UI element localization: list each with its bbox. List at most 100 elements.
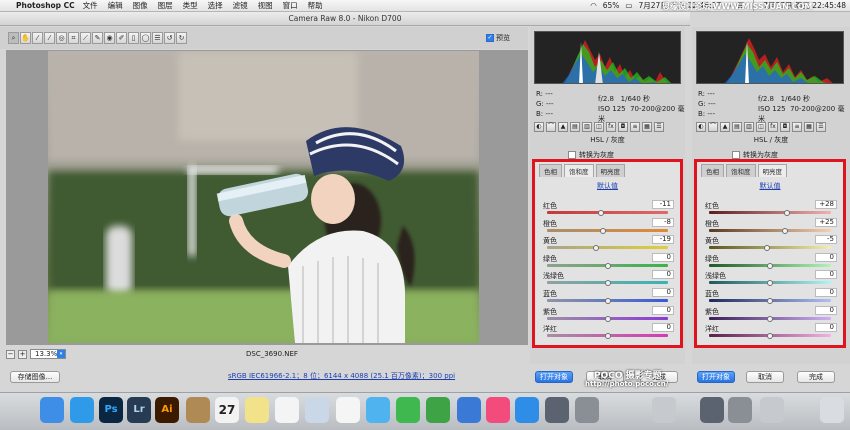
menu-item-view[interactable]: 视图 <box>258 0 273 11</box>
saturation-slider-track[interactable] <box>547 246 668 250</box>
rotate-cw-icon[interactable]: ↻ <box>176 32 187 44</box>
battery-level[interactable]: 65% <box>603 1 620 10</box>
tab-hue-2[interactable]: 色相 <box>701 164 724 177</box>
finder-icon[interactable] <box>40 397 64 423</box>
luminance-slider-thumb[interactable] <box>763 245 770 252</box>
app-menu[interactable]: Photoshop CC <box>16 1 75 10</box>
lens-icon[interactable]: ◫ <box>594 122 604 132</box>
launchpad-icon[interactable] <box>545 397 569 423</box>
luminance-slider-value[interactable]: 0 <box>815 252 837 262</box>
saturation-slider-track[interactable] <box>547 228 668 232</box>
crop-icon[interactable]: ⌗ <box>68 32 79 44</box>
luminance-slider-value[interactable]: 0 <box>815 323 837 333</box>
rotate-ccw-icon[interactable]: ↺ <box>164 32 175 44</box>
basic-panel-icon[interactable]: ◐ <box>696 122 706 132</box>
luminance-slider-track[interactable] <box>709 211 831 214</box>
lightroom-icon[interactable]: Lr <box>127 397 151 423</box>
tab-hue[interactable]: 色相 <box>539 164 562 177</box>
camera-calibration-icon[interactable]: ◘ <box>618 122 628 132</box>
tab-luminance-2[interactable]: 明亮度 <box>757 164 787 177</box>
photo-preview[interactable] <box>48 51 479 343</box>
saturation-slider-value[interactable]: -19 <box>652 235 674 245</box>
saturation-slider-value[interactable]: 0 <box>652 288 674 297</box>
spot-removal-icon[interactable]: ✎ <box>92 32 103 44</box>
zoom-select[interactable]: 13.3% ▾ <box>30 349 66 359</box>
tone-curve-icon[interactable]: ⌒ <box>708 122 718 132</box>
saturation-slider-thumb[interactable] <box>604 262 611 269</box>
luminance-slider-thumb[interactable] <box>767 262 773 269</box>
save-image-button[interactable]: 存储图像... <box>10 371 60 383</box>
menu-item-filter[interactable]: 滤镜 <box>233 0 248 11</box>
open-object-button[interactable]: 打开对象 <box>535 371 573 383</box>
calendar-icon[interactable]: 27 <box>215 397 239 423</box>
preview-checkbox[interactable]: ✓ <box>486 34 494 42</box>
downloads-icon[interactable] <box>652 397 676 423</box>
saturation-slider-track[interactable] <box>547 211 668 214</box>
tab-saturation[interactable]: 饱和度 <box>564 164 594 177</box>
hand-icon[interactable]: ✋ <box>20 32 31 44</box>
tab-saturation-2[interactable]: 饱和度 <box>726 164 756 177</box>
hsl-icon[interactable]: ▤ <box>732 122 742 132</box>
luminance-slider-value[interactable]: +25 <box>815 217 837 227</box>
detail-icon[interactable]: ▲ <box>720 122 730 132</box>
image-canvas[interactable] <box>6 50 528 345</box>
radial-filter-icon[interactable]: ◯ <box>140 32 151 44</box>
notebook-icon[interactable] <box>186 397 210 423</box>
trash-icon[interactable] <box>820 397 844 423</box>
menu-item-image[interactable]: 图像 <box>133 0 148 11</box>
menu-item-select[interactable]: 选择 <box>208 0 223 11</box>
grayscale-checkbox-2[interactable] <box>732 151 740 159</box>
menu-item-layer[interactable]: 图层 <box>158 0 173 11</box>
photoshop-icon[interactable]: Ps <box>99 397 123 423</box>
done-button-2[interactable]: 完成 <box>797 371 835 383</box>
lens-icon[interactable]: ◫ <box>756 122 766 132</box>
presets-icon[interactable]: ≡ <box>792 122 802 132</box>
menu-item-help[interactable]: 帮助 <box>308 0 323 11</box>
workflow-options-link[interactable]: sRGB IEC61966-2.1；8 位；6144 x 4088 (25.1 … <box>228 371 455 381</box>
menu-item-window[interactable]: 窗口 <box>283 0 298 11</box>
tone-curve-icon[interactable]: ⌒ <box>546 122 556 132</box>
camera-calibration-icon[interactable]: ◘ <box>780 122 790 132</box>
split-toning-icon[interactable]: ▥ <box>582 122 592 132</box>
open-object-button-2[interactable]: 打开对象 <box>697 371 735 383</box>
default-link[interactable]: 默认值 <box>535 181 680 191</box>
launchpad-icon[interactable] <box>700 397 724 423</box>
numbers-icon[interactable] <box>426 397 450 423</box>
safari-icon[interactable] <box>70 397 94 423</box>
saturation-slider-thumb[interactable] <box>599 227 606 234</box>
appstore-icon[interactable] <box>515 397 539 423</box>
detail-icon[interactable]: ▲ <box>558 122 568 132</box>
luminance-slider-thumb[interactable] <box>767 298 773 304</box>
red-eye-icon[interactable]: ◉ <box>104 32 115 44</box>
luminance-slider-track[interactable] <box>709 228 831 232</box>
luminance-slider-thumb[interactable] <box>767 333 773 340</box>
luminance-slider-value[interactable]: -5 <box>815 235 837 245</box>
illustrator-icon[interactable]: Ai <box>155 397 179 423</box>
snapshots-icon[interactable]: ▦ <box>642 122 652 132</box>
zoom-in-button[interactable]: + <box>18 349 27 359</box>
luminance-slider-value[interactable]: 0 <box>815 305 837 315</box>
saturation-slider-thumb[interactable] <box>593 245 599 252</box>
panel-menu-icon[interactable]: ☰ <box>654 122 664 132</box>
grayscale-checkbox[interactable] <box>568 151 576 159</box>
messages-icon[interactable] <box>366 397 390 423</box>
zoom-icon[interactable]: ⌕ <box>8 32 19 44</box>
straighten-icon[interactable]: ⟋ <box>80 32 91 44</box>
luminance-slider-value[interactable]: 0 <box>815 270 837 280</box>
wifi-icon[interactable]: ◠ <box>590 1 597 10</box>
preview-icon[interactable] <box>305 397 329 423</box>
luminance-slider-thumb[interactable] <box>767 280 773 287</box>
menu-item-file[interactable]: 文件 <box>83 0 98 11</box>
saturation-slider-thumb[interactable] <box>604 333 611 340</box>
panel-menu-icon[interactable]: ☰ <box>816 122 826 132</box>
tab-luminance[interactable]: 明亮度 <box>595 164 625 177</box>
facetime-icon[interactable] <box>396 397 420 423</box>
itunes-icon[interactable] <box>486 397 510 423</box>
preferences-icon[interactable]: ☰ <box>152 32 163 44</box>
reminders-icon[interactable] <box>275 397 299 423</box>
zoom-out-button[interactable]: − <box>6 349 15 359</box>
luminance-slider-thumb[interactable] <box>767 315 773 322</box>
default-link-2[interactable]: 默认值 <box>697 181 843 191</box>
saturation-slider-thumb[interactable] <box>604 315 611 322</box>
target-adjust-icon[interactable]: ◎ <box>56 32 67 44</box>
